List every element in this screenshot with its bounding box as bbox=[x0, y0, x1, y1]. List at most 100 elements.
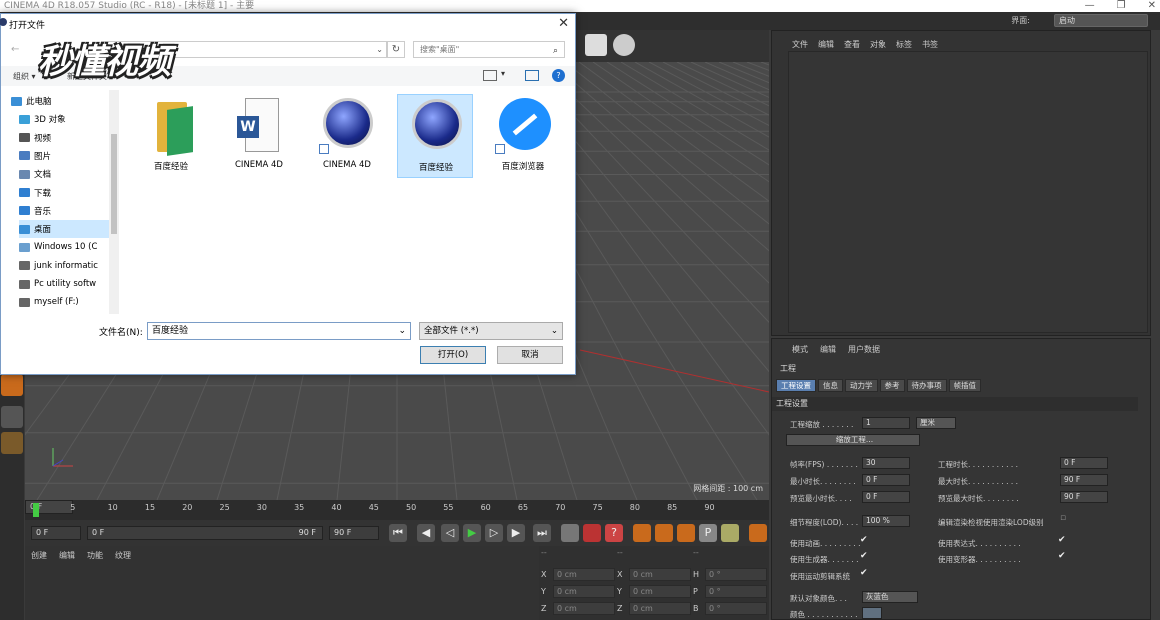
menu-edit[interactable]: 编辑 bbox=[820, 344, 836, 355]
menu-texture[interactable]: 纹理 bbox=[115, 550, 131, 561]
camera-icon[interactable] bbox=[585, 34, 607, 56]
tab-info[interactable]: 信息 bbox=[818, 379, 843, 392]
param-key-icon[interactable]: P bbox=[699, 524, 717, 542]
goto-start-button[interactable]: ⏮ bbox=[389, 524, 407, 542]
use-expressions-checkbox[interactable]: ✔ bbox=[1058, 535, 1066, 545]
dialog-close-button[interactable]: ✕ bbox=[558, 16, 569, 31]
nav-item[interactable]: myself (F:) bbox=[19, 293, 115, 311]
tool-button[interactable] bbox=[1, 406, 23, 428]
menu-object[interactable]: 对象 bbox=[870, 39, 886, 50]
scale-key-icon[interactable] bbox=[655, 524, 673, 542]
tab-dynamics[interactable]: 动力学 bbox=[845, 379, 878, 392]
coord-field[interactable]: 0 ° bbox=[705, 585, 767, 598]
back-icon[interactable]: ← bbox=[11, 44, 19, 55]
menu-function[interactable]: 功能 bbox=[87, 550, 103, 561]
pla-key-icon[interactable] bbox=[721, 524, 739, 542]
organize-menu[interactable]: 组织 ▾ bbox=[13, 71, 36, 82]
cancel-button[interactable]: 取消 bbox=[497, 346, 563, 364]
coord-field[interactable]: 0 cm bbox=[553, 568, 615, 581]
nav-item[interactable]: 3D 对象 bbox=[19, 110, 115, 128]
playhead[interactable] bbox=[33, 503, 39, 517]
rotate-key-icon[interactable] bbox=[677, 524, 695, 542]
menu-tags[interactable]: 标签 bbox=[896, 39, 912, 50]
next-key-button[interactable]: ▶ bbox=[507, 524, 525, 542]
search-input[interactable]: 搜索"桌面" ⌕ bbox=[413, 41, 565, 58]
preview-min-field[interactable]: 0 F bbox=[862, 491, 910, 503]
render-lod-checkbox[interactable]: ▫ bbox=[1060, 513, 1066, 523]
lod-field[interactable]: 100 % bbox=[862, 515, 910, 527]
timeline[interactable]: 051015202530354045505560657075808590 0 F bbox=[25, 500, 769, 520]
close-button[interactable]: ✕ bbox=[1148, 0, 1156, 12]
coord-field[interactable]: 0 cm bbox=[553, 602, 615, 615]
view-mode-icon[interactable] bbox=[483, 70, 497, 81]
play-button[interactable]: ▶ bbox=[463, 524, 481, 542]
light-icon[interactable] bbox=[613, 34, 635, 56]
coord-field[interactable]: 0 cm bbox=[553, 585, 615, 598]
max-time-field[interactable]: 90 F bbox=[1060, 474, 1108, 486]
menu-view[interactable]: 查看 bbox=[844, 39, 860, 50]
coord-field[interactable]: 0 ° bbox=[705, 602, 767, 615]
nav-item[interactable]: 此电脑 bbox=[11, 92, 107, 110]
file-item[interactable]: CINEMA 4D bbox=[309, 94, 385, 178]
nav-scroll-thumb[interactable] bbox=[111, 134, 117, 234]
start-frame-field[interactable]: 0 F bbox=[31, 526, 81, 540]
layout-select[interactable]: 启动 bbox=[1054, 14, 1148, 27]
tool-button[interactable] bbox=[1, 432, 23, 454]
open-button[interactable]: 打开(O) bbox=[420, 346, 486, 364]
next-frame-button[interactable]: ▷ bbox=[485, 524, 503, 542]
end-frame-field[interactable]: 90 F bbox=[329, 526, 379, 540]
nav-item[interactable]: 图片 bbox=[19, 147, 115, 165]
prev-frame-button[interactable]: ◁ bbox=[441, 524, 459, 542]
refresh-button[interactable]: ↻ bbox=[387, 41, 405, 58]
tab-interpolation[interactable]: 帧插值 bbox=[948, 379, 981, 392]
coord-field[interactable]: 0 cm bbox=[629, 585, 691, 598]
use-animation-checkbox[interactable]: ✔ bbox=[860, 535, 868, 545]
menu-edit[interactable]: 编辑 bbox=[59, 550, 75, 561]
help-icon[interactable]: ? bbox=[552, 69, 565, 82]
scale-project-button[interactable]: 缩放工程... bbox=[786, 434, 920, 446]
min-time-field[interactable]: 0 F bbox=[862, 474, 910, 486]
use-deformers-checkbox[interactable]: ✔ bbox=[1058, 551, 1066, 561]
coord-field[interactable]: 0 cm bbox=[629, 568, 691, 581]
object-list[interactable] bbox=[788, 51, 1148, 333]
help-icon[interactable]: ? bbox=[605, 524, 623, 542]
restore-button[interactable]: ❐ bbox=[1117, 0, 1126, 12]
nav-item[interactable]: 桌面 bbox=[19, 220, 115, 239]
scale-field[interactable]: 1 bbox=[862, 417, 910, 429]
menu-edit[interactable]: 编辑 bbox=[818, 39, 834, 50]
menu-userdata[interactable]: 用户数据 bbox=[848, 344, 880, 355]
file-item[interactable]: 百度经验 bbox=[133, 94, 209, 178]
file-item[interactable]: W CINEMA 4D bbox=[221, 94, 297, 178]
fps-field[interactable]: 30 bbox=[862, 457, 910, 469]
file-item[interactable]: 百度经验 bbox=[397, 94, 473, 178]
menu-file[interactable]: 文件 bbox=[792, 39, 808, 50]
menu-create[interactable]: 创建 bbox=[31, 550, 47, 561]
prev-key-button[interactable]: ◀ bbox=[417, 524, 435, 542]
nav-item[interactable]: Windows 10 (C bbox=[19, 238, 115, 256]
range-slider[interactable]: 0 F 90 F bbox=[87, 526, 323, 540]
chevron-down-icon[interactable]: ▾ bbox=[501, 69, 505, 78]
preview-pane-icon[interactable] bbox=[525, 70, 539, 81]
default-color-select[interactable]: 灰蓝色 bbox=[862, 591, 918, 603]
filename-input[interactable]: 百度经验 ⌄ bbox=[147, 322, 411, 340]
menu-bookmarks[interactable]: 书签 bbox=[922, 39, 938, 50]
coord-field[interactable]: 0 ° bbox=[705, 568, 767, 581]
tab-project-settings[interactable]: 工程设置 bbox=[776, 379, 816, 392]
filetype-select[interactable]: 全部文件 (*.*) ⌄ bbox=[419, 322, 563, 340]
minimize-button[interactable]: — bbox=[1085, 0, 1095, 12]
nav-item[interactable]: 下载 bbox=[19, 184, 115, 202]
nav-item[interactable]: 视频 bbox=[19, 129, 115, 147]
motion-system-checkbox[interactable]: ✔ bbox=[860, 568, 868, 578]
menu-mode[interactable]: 模式 bbox=[792, 344, 808, 355]
preview-max-field[interactable]: 90 F bbox=[1060, 491, 1108, 503]
record-button[interactable] bbox=[561, 524, 579, 542]
tab-todo[interactable]: 待办事项 bbox=[906, 379, 947, 392]
nav-item[interactable]: junk informatic bbox=[19, 257, 115, 275]
film-icon[interactable] bbox=[749, 524, 767, 542]
use-generators-checkbox[interactable]: ✔ bbox=[860, 551, 868, 561]
nav-item[interactable]: Pc utility softw bbox=[19, 275, 115, 293]
nav-item[interactable]: 文档 bbox=[19, 165, 115, 183]
duration-field[interactable]: 0 F bbox=[1060, 457, 1108, 469]
tab-reference[interactable]: 参考 bbox=[879, 379, 905, 392]
goto-end-button[interactable]: ⏭ bbox=[533, 524, 551, 542]
